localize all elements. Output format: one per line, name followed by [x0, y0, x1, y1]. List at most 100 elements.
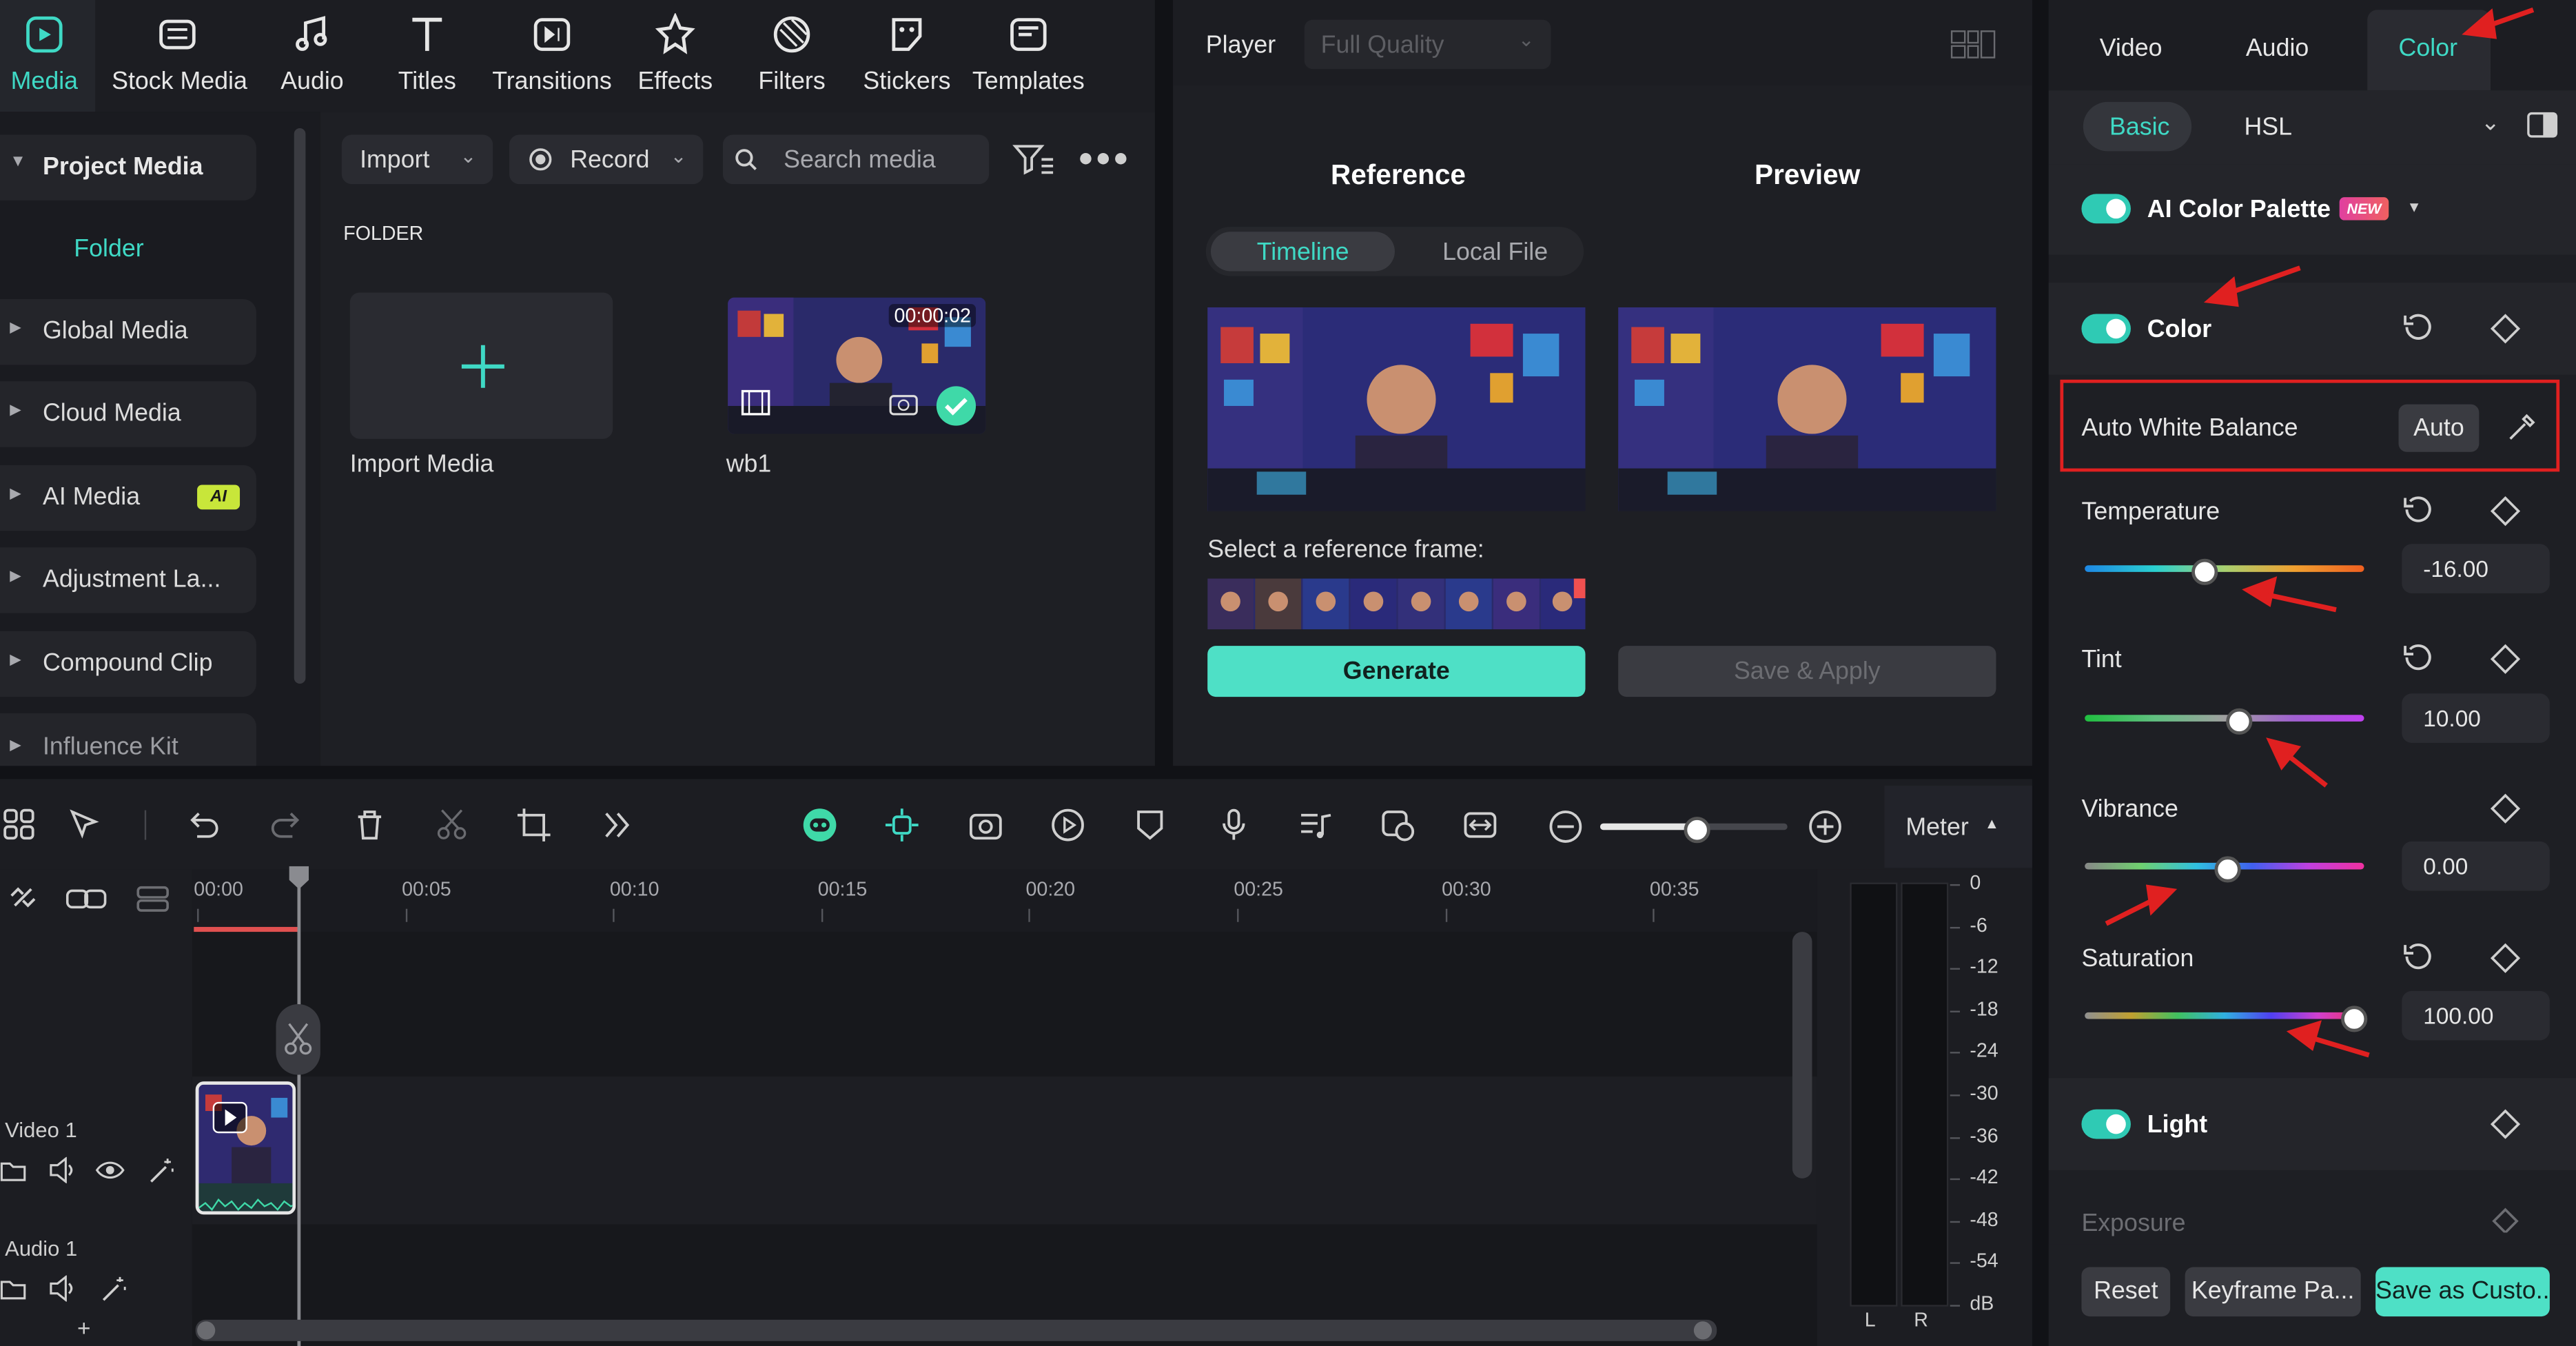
record-icon [529, 148, 552, 171]
track-layout-icon[interactable] [134, 884, 170, 914]
sidebar-scrollbar[interactable] [294, 128, 306, 684]
sidebar-item-adjustment-layer[interactable]: ▶ Adjustment La... [0, 547, 256, 613]
tab-media[interactable]: Media [0, 13, 110, 105]
quality-dropdown[interactable]: Full Quality ⌄ [1304, 19, 1551, 70]
snap-link-icon[interactable] [7, 881, 40, 914]
sidebar-item-compound-clip[interactable]: ▶ Compound Clip [0, 631, 256, 697]
meter-scale-label: -42 [1970, 1165, 1999, 1189]
ai-assistant-icon[interactable] [801, 807, 837, 843]
marker-shield-icon[interactable] [1132, 807, 1168, 843]
layout-grid-icon[interactable] [1950, 30, 1996, 59]
save-as-custom-button[interactable]: Save as Custo... [2375, 1267, 2550, 1317]
sidebar-item-folder[interactable]: Folder [0, 217, 256, 283]
timeline-horizontal-scrollbar[interactable] [195, 1319, 1717, 1341]
meter-toggle[interactable]: Meter ▲ [1884, 785, 2032, 868]
fit-width-icon[interactable] [1462, 807, 1498, 843]
split-scissors-button[interactable] [276, 1004, 320, 1075]
speaker-icon[interactable] [48, 1156, 77, 1183]
link-clips-icon[interactable] [65, 884, 108, 914]
tab-stock-media[interactable]: Stock Media [112, 13, 247, 105]
light-section-label: Light [2147, 1111, 2208, 1139]
redo-icon[interactable] [268, 807, 304, 843]
templates-icon [1010, 18, 1047, 51]
sidebar-item-ai-media[interactable]: ▶ AI Media AI [0, 465, 256, 531]
import-media-tile[interactable] [349, 292, 613, 439]
tab-local-file[interactable]: Local File [1400, 232, 1584, 271]
more-options-icon[interactable]: ●●● [1078, 145, 1130, 174]
smart-camera-icon[interactable] [968, 807, 1003, 843]
save-apply-button[interactable]: Save & Apply [1618, 646, 1996, 697]
tab-transitions[interactable]: Transitions [487, 13, 618, 105]
sidebar-item-label: Influence Kit [42, 733, 178, 762]
sidebar-item-influence-kit[interactable]: ▶ Influence Kit [0, 713, 256, 766]
crop-icon[interactable] [516, 807, 552, 843]
select-pointer-icon[interactable] [68, 807, 103, 843]
search-placeholder: Search media [784, 146, 936, 174]
magic-wand-icon[interactable] [99, 1275, 128, 1303]
annotation-arrows [2105, 7, 2535, 1058]
scrollbar-right-handle[interactable] [1693, 1321, 1713, 1340]
expand-caret-icon: ▶ [10, 736, 21, 753]
zoom-out-icon[interactable] [1548, 808, 1584, 844]
expand-caret-icon: ▶ [10, 567, 21, 584]
sidebar-item-cloud-media[interactable]: ▶ Cloud Media [0, 381, 256, 447]
eye-icon[interactable] [95, 1159, 125, 1181]
reference-frame-image [1207, 307, 1586, 511]
sidebar-item-project-media[interactable]: ▼ Project Media [0, 134, 256, 201]
filters-icon [773, 16, 810, 53]
keyframe-panel-button[interactable]: Keyframe Pa... [2185, 1267, 2361, 1317]
microphone-icon[interactable] [1216, 807, 1251, 843]
clip-effect-icon[interactable] [1380, 807, 1416, 843]
keyframe-diamond-icon[interactable] [2489, 1206, 2522, 1233]
add-track-icon[interactable]: + [77, 1315, 91, 1341]
tab-stickers[interactable]: Stickers [841, 13, 973, 105]
sidebar-item-label: Global Media [42, 317, 188, 345]
tab-timeline[interactable]: Timeline [1210, 232, 1395, 272]
zoom-slider-knob[interactable] [1684, 817, 1710, 844]
tab-titles[interactable]: Titles [361, 13, 493, 105]
layout-grid-icon[interactable] [1, 807, 37, 843]
keyframe-diamond-icon[interactable] [2489, 1108, 2522, 1141]
sidebar-item-label: Compound Clip [42, 649, 213, 677]
magic-wand-icon[interactable] [146, 1157, 176, 1185]
zoom-slider[interactable] [1599, 817, 1788, 844]
scissors-icon [285, 1023, 312, 1055]
folder-lock-icon[interactable] [0, 1157, 26, 1183]
more-tools-icon[interactable] [600, 807, 635, 843]
generate-button[interactable]: Generate [1207, 646, 1586, 697]
search-media-input[interactable]: Search media [722, 134, 990, 185]
import-button[interactable]: Import ⌄ [341, 134, 493, 185]
meter-scale-tick [1950, 1221, 1961, 1223]
delete-icon[interactable] [351, 807, 387, 843]
filter-icon[interactable] [1012, 141, 1055, 177]
meter-scale-label: dB [1970, 1292, 1994, 1315]
sidebar-item-global-media[interactable]: ▶ Global Media [0, 299, 256, 365]
light-section-toggle[interactable] [2081, 1109, 2131, 1139]
meter-scale-label: -36 [1970, 1123, 1999, 1147]
undo-icon[interactable] [185, 807, 221, 843]
stock-media-icon [159, 19, 196, 50]
tab-audio[interactable]: Audio [247, 13, 378, 105]
auto-sync-icon[interactable] [884, 807, 920, 843]
tab-effects[interactable]: Effects [609, 13, 741, 105]
tab-filters[interactable]: Filters [726, 13, 858, 105]
folder-lock-icon[interactable] [0, 1275, 26, 1301]
reset-button[interactable]: Reset [2081, 1267, 2171, 1317]
search-icon [735, 149, 757, 170]
music-list-icon[interactable] [1298, 807, 1333, 843]
ruler-tick [1029, 908, 1031, 922]
scissors-icon[interactable] [433, 807, 469, 843]
reference-frame-strip[interactable] [1207, 578, 1586, 630]
zoom-in-icon[interactable] [1807, 808, 1843, 844]
speaker-icon[interactable] [48, 1275, 77, 1302]
record-button[interactable]: Record ⌄ [509, 134, 704, 185]
media-clip-thumbnail[interactable]: 00:00:02 [728, 297, 986, 434]
scrollbar-left-handle[interactable] [197, 1321, 216, 1340]
expand-caret-icon: ▼ [10, 152, 26, 172]
timeline-video-clip[interactable] [195, 1081, 296, 1215]
speed-icon[interactable] [1050, 807, 1085, 843]
meter-scale-tick [1950, 1010, 1961, 1012]
meter-scale-label: -6 [1970, 912, 1987, 937]
timeline-vertical-scrollbar[interactable] [1792, 932, 1812, 1179]
tab-templates[interactable]: Templates [963, 13, 1094, 105]
